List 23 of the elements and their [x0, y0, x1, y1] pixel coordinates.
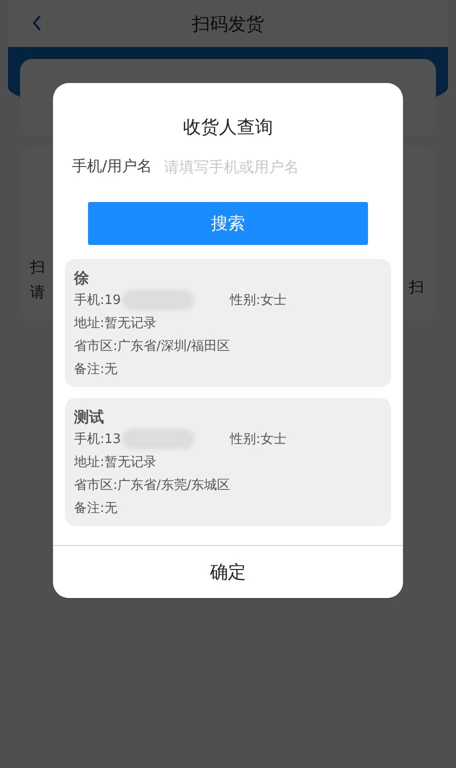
- region-text: 省市区:广东省/深圳/福田区: [74, 338, 232, 356]
- address-text: 地址:暂无记录: [74, 315, 158, 333]
- gender-text: 性别:女士: [230, 431, 286, 449]
- region-text: 省市区:广东省/东莞/东城区: [74, 477, 232, 495]
- search-button[interactable]: 搜索: [88, 202, 368, 245]
- phone-text: 手机:19: [74, 293, 121, 308]
- field-label: 手机/用户名: [72, 157, 152, 176]
- note-text: 备注:无: [74, 500, 118, 518]
- form-label: 扫: [30, 258, 45, 277]
- back-icon[interactable]: [32, 15, 42, 31]
- recipient-name: 徐: [74, 268, 90, 289]
- page-title: 扫码发货: [192, 12, 264, 36]
- gender-text: 性别:女士: [230, 292, 286, 310]
- address-text: 地址:暂无记录: [74, 454, 158, 472]
- form-label: 请: [30, 283, 45, 302]
- note-text: 备注:无: [74, 361, 118, 379]
- result-card[interactable]: 徐 手机:19 性别:女士 地址:暂无记录 省市区:广东省/深圳/福田区 备注:无: [65, 259, 391, 387]
- confirm-button[interactable]: 确定: [53, 545, 403, 598]
- recipient-name: 测试: [74, 407, 105, 428]
- phone-text: 手机:13: [74, 432, 121, 447]
- dialog-title: 收货人查询: [183, 116, 273, 139]
- result-card[interactable]: 测试 手机:13 性别:女士 地址:暂无记录 省市区:广东省/东莞/东城区 备注:无: [65, 398, 391, 526]
- form-label: 扫: [409, 278, 424, 297]
